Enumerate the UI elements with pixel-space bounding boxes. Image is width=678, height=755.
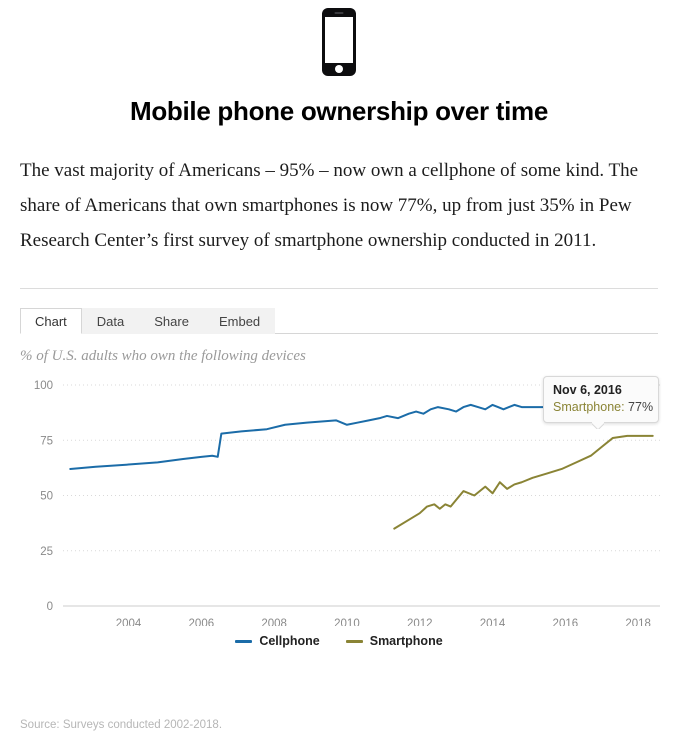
tab-chart[interactable]: Chart <box>20 308 82 334</box>
tab-share[interactable]: Share <box>139 308 204 334</box>
section-divider <box>20 288 658 289</box>
legend-item-smartphone[interactable]: Smartphone <box>345 634 443 648</box>
chart-legend: Cellphone Smartphone <box>0 634 678 648</box>
legend-label-cellphone: Cellphone <box>259 634 320 648</box>
tooltip-pointer <box>592 422 604 429</box>
svg-text:2018: 2018 <box>625 618 651 626</box>
svg-text:0: 0 <box>47 601 53 613</box>
tab-bar: Chart Data Share Embed <box>20 307 658 334</box>
tooltip-series-value: Smartphone: 77% <box>553 400 654 414</box>
svg-text:2006: 2006 <box>189 618 215 626</box>
svg-text:2010: 2010 <box>334 618 360 626</box>
svg-text:75: 75 <box>40 435 53 447</box>
chart-subtitle: % of U.S. adults who own the following d… <box>20 348 306 364</box>
svg-text:100: 100 <box>34 380 53 392</box>
svg-text:2014: 2014 <box>480 618 506 626</box>
legend-item-cellphone[interactable]: Cellphone <box>235 634 320 648</box>
legend-label-smartphone: Smartphone <box>369 634 443 648</box>
chart-tooltip: Nov 6, 2016 Smartphone: 77% <box>543 376 659 423</box>
tab-embed[interactable]: Embed <box>203 308 276 334</box>
page-root: Mobile phone ownership over time The vas… <box>0 0 678 755</box>
phone-speaker-detail <box>334 12 344 14</box>
svg-text:2004: 2004 <box>116 618 142 626</box>
tooltip-date: Nov 6, 2016 <box>553 383 622 397</box>
phone-screen-detail <box>325 17 353 63</box>
legend-swatch-smartphone <box>345 639 363 643</box>
svg-text:2008: 2008 <box>261 618 287 626</box>
phone-home-button-detail <box>335 65 343 73</box>
svg-text:2016: 2016 <box>553 618 579 626</box>
legend-swatch-cellphone <box>235 639 253 643</box>
source-note: Source: Surveys conducted 2002-2018. <box>20 719 223 731</box>
mobile-phone-icon <box>322 8 356 76</box>
tab-data[interactable]: Data <box>81 308 140 334</box>
hero-icon-container <box>0 0 678 80</box>
svg-text:50: 50 <box>40 491 53 503</box>
svg-text:25: 25 <box>40 546 53 558</box>
intro-paragraph: The vast majority of Americans – 95% – n… <box>20 160 639 251</box>
page-title: Mobile phone ownership over time <box>129 96 548 126</box>
svg-text:2012: 2012 <box>407 618 433 626</box>
